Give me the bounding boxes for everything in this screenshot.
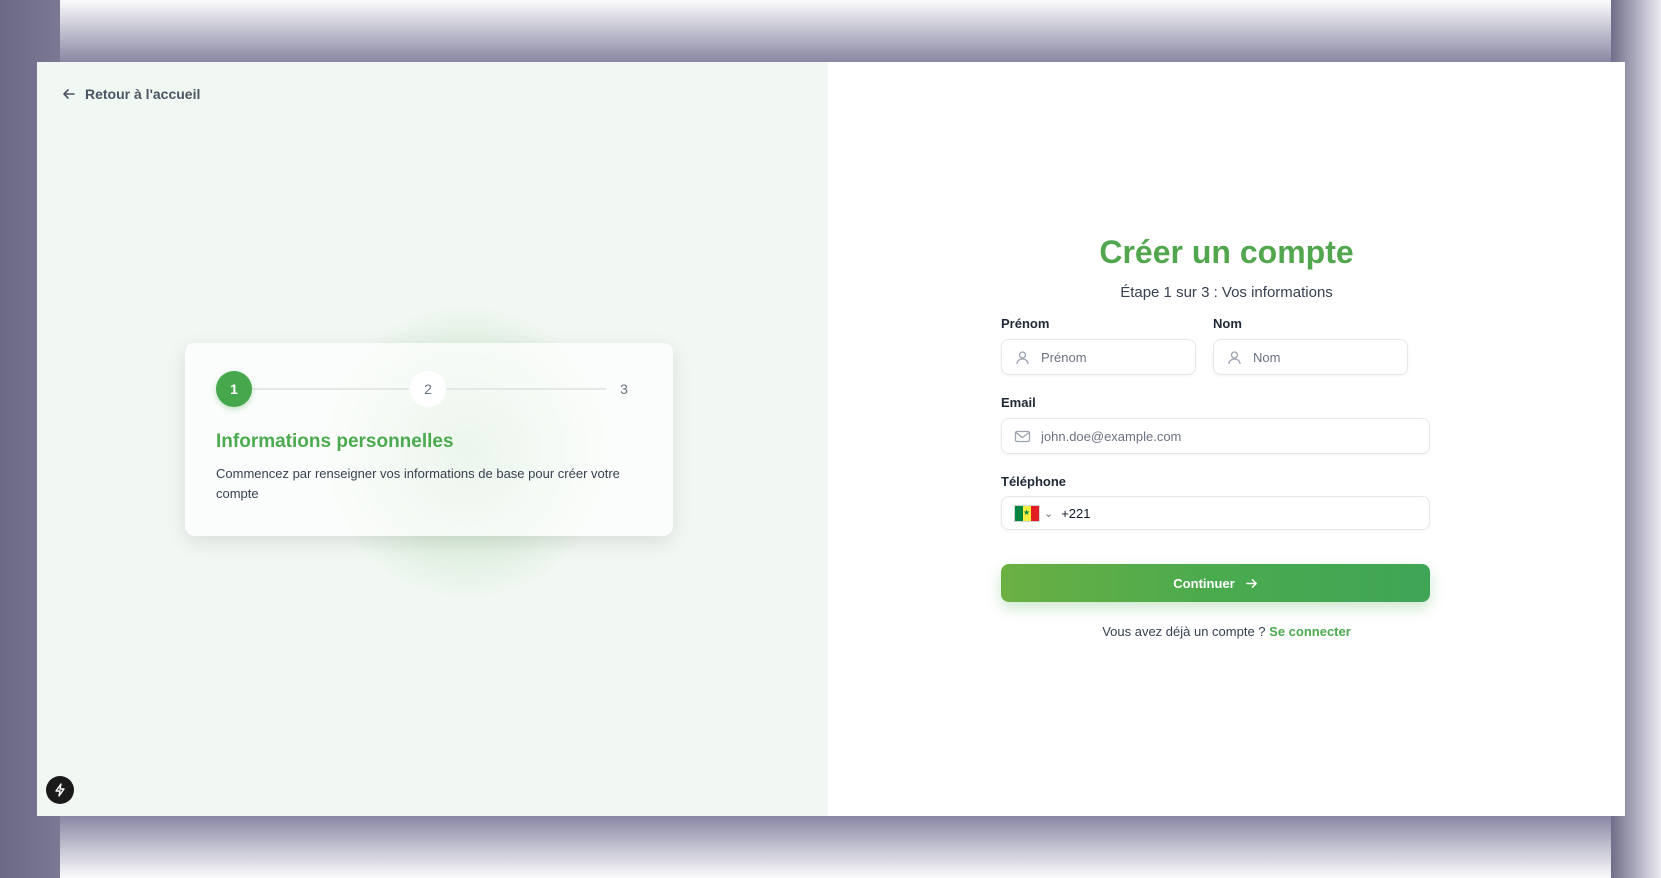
stepper: 1 2 3 xyxy=(216,371,642,407)
left-panel: Retour à l'accueil 1 2 3 Informations pe… xyxy=(37,62,828,816)
right-panel: Créer un compte Étape 1 sur 3 : Vos info… xyxy=(828,62,1625,816)
first-name-field xyxy=(1001,339,1196,375)
step-connector xyxy=(446,388,606,390)
step-2-indicator: 2 xyxy=(410,371,446,407)
step-1-indicator: 1 xyxy=(216,371,252,407)
page-title: Créer un compte xyxy=(1099,234,1354,270)
arrow-right-icon xyxy=(1245,578,1257,588)
last-name-input[interactable] xyxy=(1251,348,1407,366)
step-connector xyxy=(252,388,409,390)
login-prompt-text: Vous avez déjà un compte ? xyxy=(1102,624,1266,639)
back-to-home-link[interactable]: Retour à l'accueil xyxy=(62,86,200,102)
lightning-icon xyxy=(55,783,65,797)
step-description: Commencez par renseigner vos information… xyxy=(216,466,620,501)
last-name-label: Nom xyxy=(1213,316,1242,331)
dev-tools-button[interactable] xyxy=(46,776,74,804)
login-prompt: Vous avez déjà un compte ? Se connecter xyxy=(828,624,1625,639)
continue-button-label: Continuer xyxy=(1173,575,1235,591)
phone-dial-code[interactable]: +221 xyxy=(1061,506,1090,521)
signup-page: Retour à l'accueil 1 2 3 Informations pe… xyxy=(37,62,1625,816)
email-field xyxy=(1001,418,1430,454)
chevron-down-icon[interactable]: ⌄ xyxy=(1044,507,1053,520)
senegal-flag-icon[interactable]: ★ xyxy=(1014,504,1040,522)
user-icon xyxy=(1228,350,1241,364)
step-title: Informations personnelles xyxy=(216,431,454,452)
last-name-field xyxy=(1213,339,1408,375)
login-link[interactable]: Se connecter xyxy=(1269,624,1351,639)
back-link-label: Retour à l'accueil xyxy=(85,86,201,102)
step-3-indicator: 3 xyxy=(620,381,628,397)
mail-icon xyxy=(1014,430,1031,442)
arrow-left-icon xyxy=(63,89,75,99)
page-subtitle: Étape 1 sur 3 : Vos informations xyxy=(1120,284,1333,301)
phone-label: Téléphone xyxy=(1001,474,1067,489)
email-label: Email xyxy=(1001,395,1036,410)
first-name-input[interactable] xyxy=(1039,348,1195,366)
email-input[interactable] xyxy=(1039,427,1429,445)
continue-button[interactable]: Continuer xyxy=(1001,564,1430,602)
step-info-card: 1 2 3 Informations personnelles Commence… xyxy=(185,343,673,536)
phone-field[interactable]: ★ ⌄ +221 xyxy=(1001,496,1430,530)
user-icon xyxy=(1016,350,1029,364)
first-name-label: Prénom xyxy=(1001,316,1050,331)
